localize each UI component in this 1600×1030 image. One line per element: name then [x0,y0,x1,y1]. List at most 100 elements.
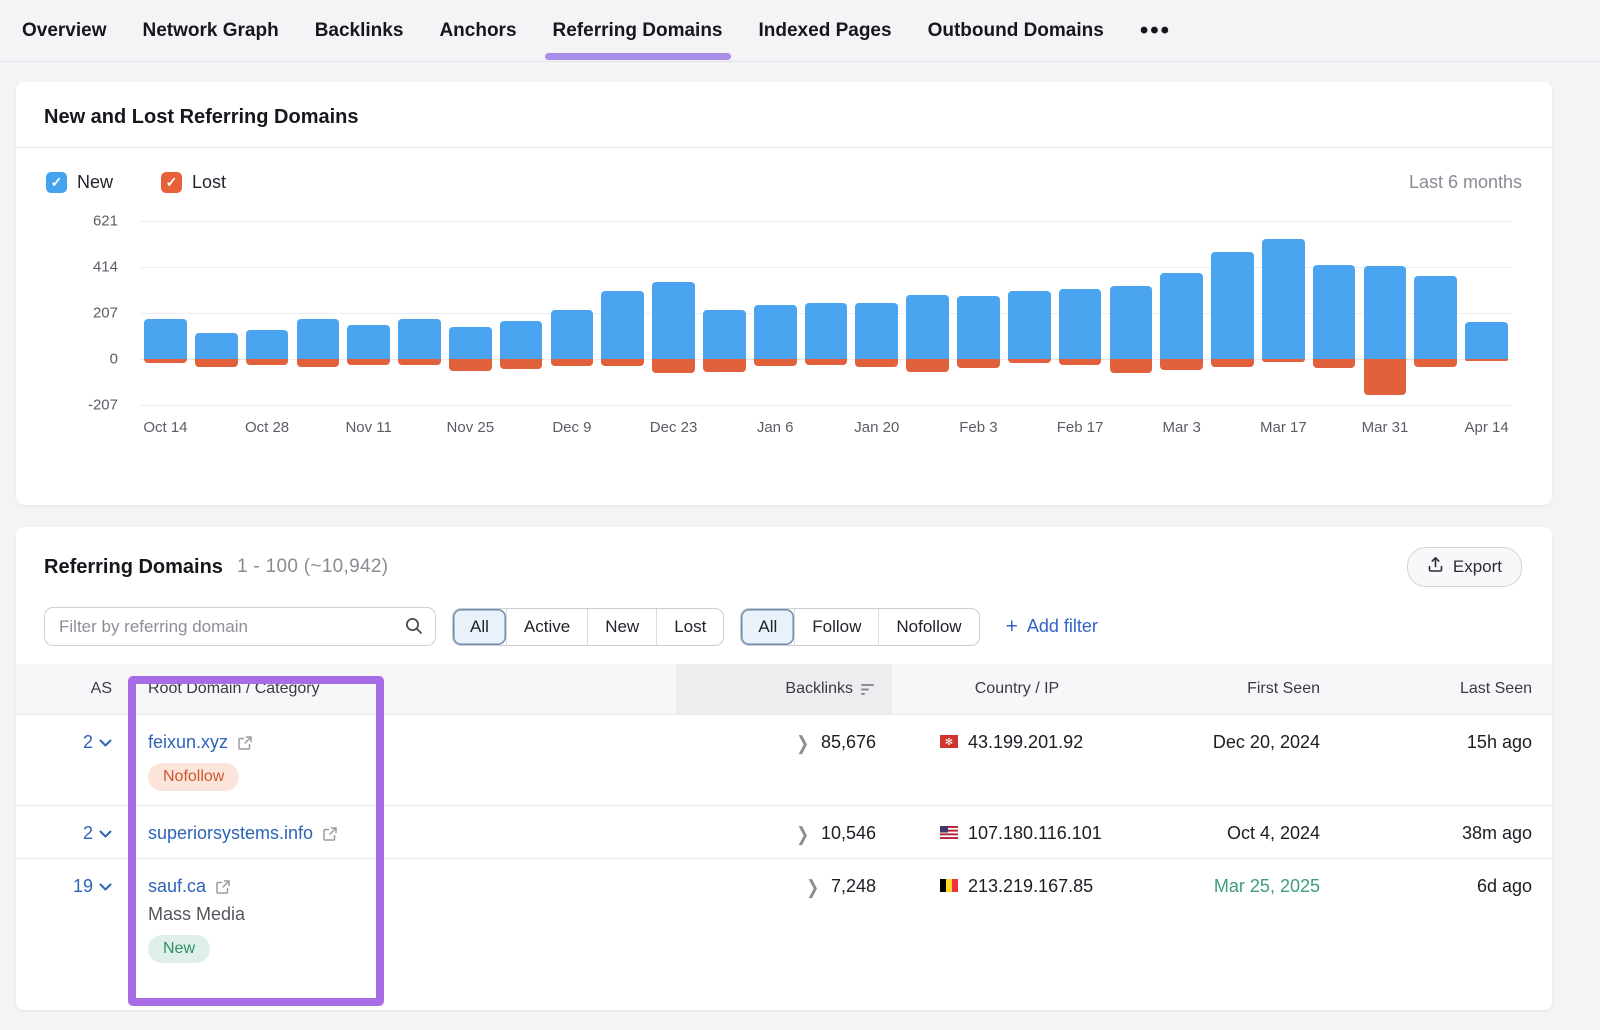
segment-follow-follow[interactable]: Follow [794,609,878,645]
bar-new[interactable] [652,282,695,359]
bar-lost[interactable] [246,359,289,365]
x-axis-tick-label: Nov 11 [345,419,391,436]
bar-lost[interactable] [449,359,492,371]
ellipsis-icon[interactable]: ••• [1134,21,1177,41]
segment-status-all[interactable]: All [453,609,506,645]
legend-new[interactable]: ✓ New [46,172,113,193]
bar-lost[interactable] [1313,359,1356,368]
chevron-right-icon[interactable]: ❯ [806,875,819,898]
as-cell[interactable]: 2 [16,806,116,844]
add-filter-label: Add filter [1027,616,1098,637]
segment-follow-all[interactable]: All [741,609,794,645]
bar-new[interactable] [347,325,390,359]
bar-new[interactable] [1465,322,1508,359]
tab-anchors[interactable]: Anchors [433,2,522,60]
tab-referring-domains[interactable]: Referring Domains [547,2,729,60]
bar-new[interactable] [754,305,797,359]
as-cell[interactable]: 19 [16,859,116,897]
bar-lost[interactable] [551,359,594,366]
bar-new[interactable] [398,319,441,359]
domain-link[interactable]: feixun.xyz [148,732,228,753]
bar-new[interactable] [1059,289,1102,359]
last-seen-cell: 15h ago [1352,715,1552,753]
checkbox-new[interactable]: ✓ [46,172,67,193]
column-header-first-seen[interactable]: First Seen [1142,664,1352,714]
domain-link[interactable]: sauf.ca [148,876,206,897]
as-cell[interactable]: 2 [16,715,116,753]
legend-lost[interactable]: ✓Lost [161,172,226,193]
chevron-right-icon[interactable]: ❯ [796,822,809,845]
tab-overview[interactable]: Overview [16,2,113,60]
last-seen-cell: 38m ago [1352,806,1552,844]
bar-lost[interactable] [703,359,746,372]
bar-lost[interactable] [195,359,238,367]
bar-lost[interactable] [500,359,543,369]
gridline [140,221,1512,222]
bar-new[interactable] [703,310,746,359]
add-filter-button[interactable]: + Add filter [1006,616,1098,637]
bar-new[interactable] [195,333,238,359]
bar-new[interactable] [297,319,340,359]
domain-link[interactable]: superiorsystems.info [148,823,313,844]
segment-follow-nofollow[interactable]: Nofollow [878,609,978,645]
column-header-backlinks[interactable]: Backlinks [676,664,892,714]
bar-new[interactable] [246,330,289,359]
bar-lost[interactable] [754,359,797,366]
bar-new[interactable] [1364,266,1407,359]
bar-lost[interactable] [652,359,695,373]
bar-lost[interactable] [1160,359,1203,370]
bar-new[interactable] [551,310,594,359]
tab-indexed-pages[interactable]: Indexed Pages [753,2,898,60]
bar-new[interactable] [1414,276,1457,359]
tab-outbound-domains[interactable]: Outbound Domains [922,2,1110,60]
bar-new[interactable] [601,291,644,359]
y-axis-tick-label: 414 [58,259,118,276]
segment-status-new[interactable]: New [587,609,656,645]
external-link-icon [322,826,338,842]
bar-lost[interactable] [805,359,848,365]
bar-new[interactable] [855,303,898,359]
column-header-as[interactable]: AS [16,664,116,714]
column-header-last-seen[interactable]: Last Seen [1352,664,1552,714]
checkbox-lost[interactable]: ✓ [161,172,182,193]
bar-lost[interactable] [1059,359,1102,365]
tab-backlinks[interactable]: Backlinks [309,2,410,60]
column-header-country-ip[interactable]: Country / IP [892,664,1142,714]
bar-lost[interactable] [347,359,390,365]
segment-status-active[interactable]: Active [506,609,587,645]
filter-input[interactable] [44,607,436,646]
bar-lost[interactable] [1262,359,1305,362]
bar-new[interactable] [805,303,848,359]
bar-new[interactable] [500,321,543,359]
bar-new[interactable] [1313,265,1356,359]
bar-lost[interactable] [906,359,949,372]
bar-new[interactable] [1160,273,1203,359]
bar-new[interactable] [1008,291,1051,359]
bar-lost[interactable] [1211,359,1254,367]
bar-new[interactable] [449,327,492,359]
bar-lost[interactable] [855,359,898,367]
bar-lost[interactable] [1414,359,1457,367]
bar-lost[interactable] [601,359,644,366]
search-icon[interactable] [403,615,425,642]
export-button[interactable]: Export [1407,547,1522,587]
bar-new[interactable] [144,319,187,359]
bar-lost[interactable] [957,359,1000,368]
bar-new[interactable] [957,296,1000,359]
bar-lost[interactable] [1364,359,1407,395]
column-header-root-domain-category[interactable]: Root Domain / Category [116,664,676,714]
bar-lost[interactable] [398,359,441,365]
tab-network-graph[interactable]: Network Graph [137,2,285,60]
chevron-right-icon[interactable]: ❯ [796,731,809,754]
bar-lost[interactable] [1465,359,1508,361]
segment-status-lost[interactable]: Lost [656,609,723,645]
bar-new[interactable] [1110,286,1153,359]
legend-label: New [77,172,113,193]
bar-new[interactable] [906,295,949,359]
bar-lost[interactable] [1110,359,1153,373]
bar-new[interactable] [1211,252,1254,359]
bar-lost[interactable] [297,359,340,367]
bar-lost[interactable] [144,359,187,363]
bar-new[interactable] [1262,239,1305,359]
bar-lost[interactable] [1008,359,1051,363]
